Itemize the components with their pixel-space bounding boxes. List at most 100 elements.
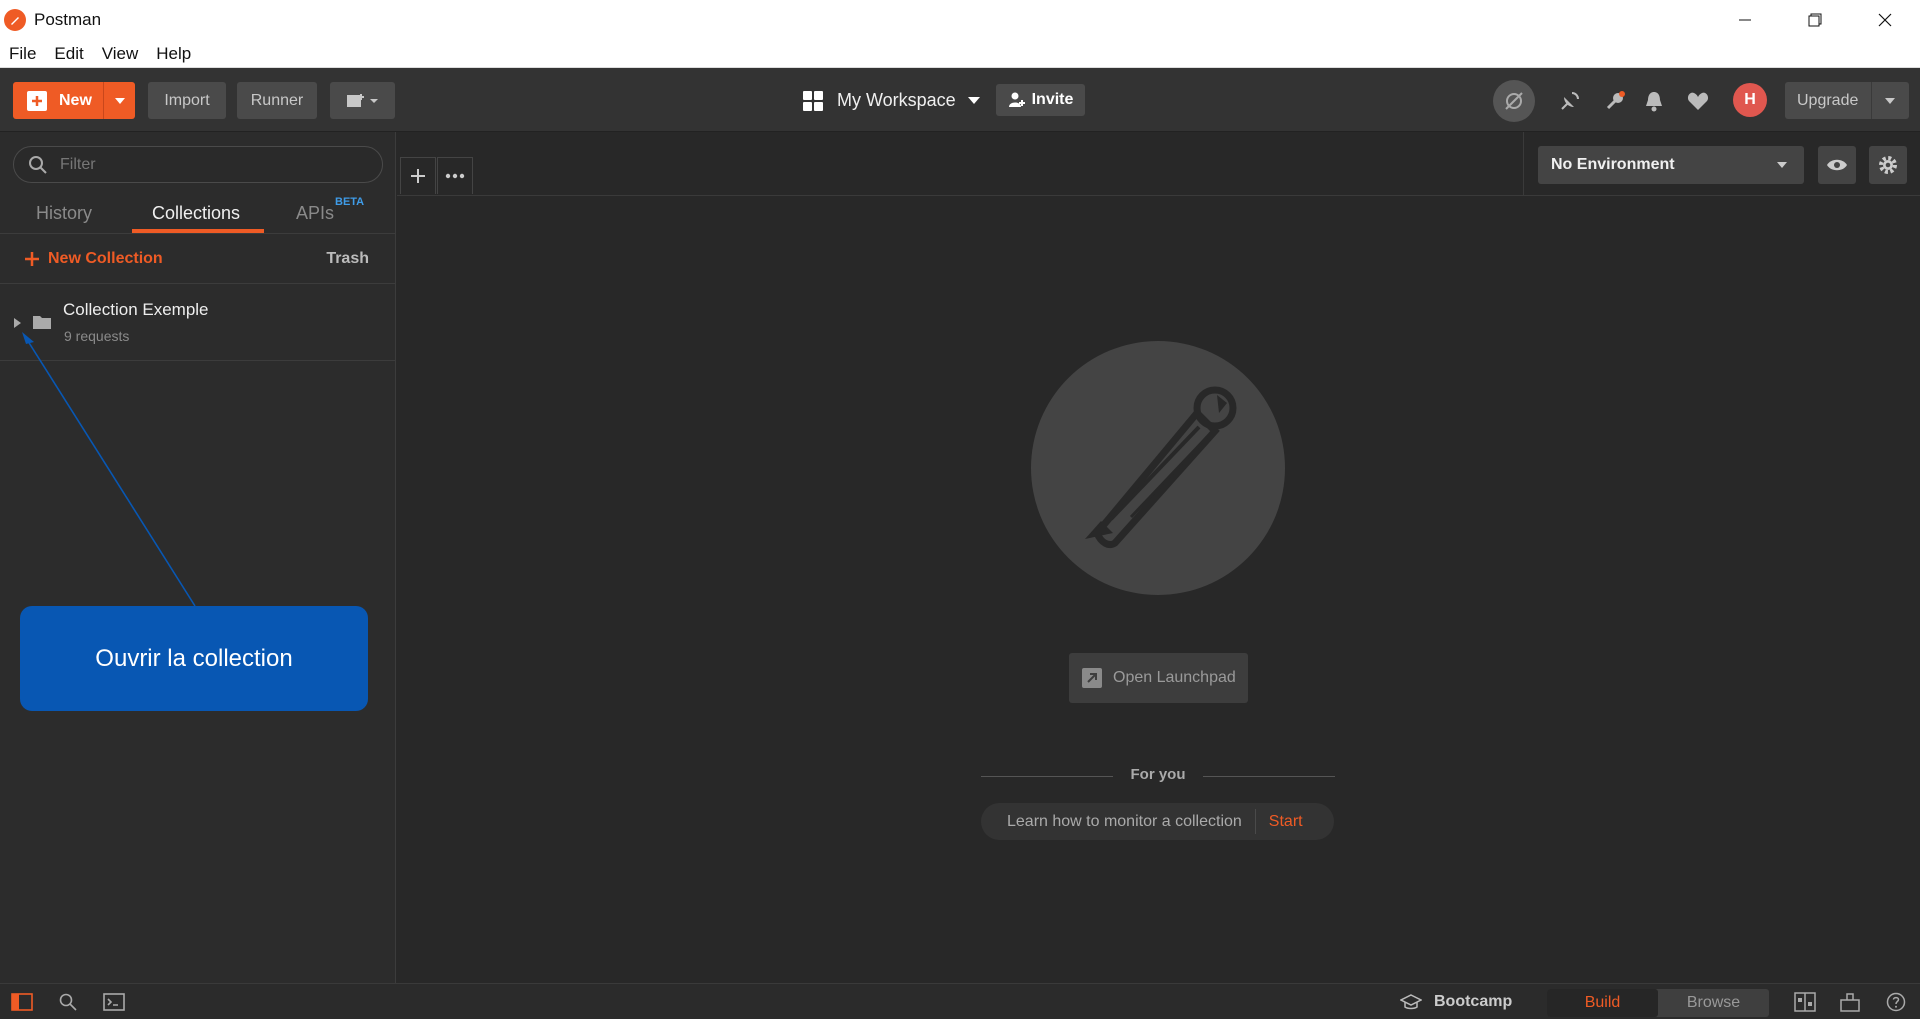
toggle-sidebar-button[interactable] <box>10 990 34 1014</box>
tab-collections[interactable]: Collections <box>152 192 240 234</box>
environment-area: No Environment <box>1523 132 1920 196</box>
minimize-button[interactable] <box>1710 0 1780 40</box>
title-bar: Postman <box>0 0 1920 40</box>
notifications-button[interactable] <box>1637 84 1671 118</box>
new-dropdown-button[interactable] <box>103 82 135 119</box>
launchpad-label: Open Launchpad <box>1113 669 1236 686</box>
active-tab-indicator <box>132 229 264 233</box>
trash-button[interactable]: Trash <box>326 234 369 284</box>
sidebar-icon <box>11 993 33 1011</box>
open-external-icon <box>1082 668 1102 688</box>
tab-history[interactable]: History <box>36 192 92 234</box>
avatar[interactable]: H <box>1733 83 1767 117</box>
console-button[interactable] <box>102 990 126 1014</box>
collection-name: Collection Exemple <box>63 300 209 319</box>
menu-edit[interactable]: Edit <box>45 44 92 64</box>
new-collection-label: New Collection <box>48 250 163 267</box>
new-tab-button[interactable] <box>400 157 436 194</box>
graduation-cap-icon <box>1400 994 1422 1010</box>
console-icon <box>103 993 125 1011</box>
find-replace-button[interactable] <box>56 990 80 1014</box>
capture-button[interactable] <box>1838 990 1862 1014</box>
upgrade-button[interactable]: Upgrade <box>1785 82 1909 119</box>
heart-icon <box>1687 92 1709 110</box>
bootcamp-label: Bootcamp <box>1434 993 1513 1010</box>
two-pane-icon <box>1794 992 1816 1012</box>
tab-apis[interactable]: APIs <box>296 192 334 234</box>
restore-button[interactable] <box>1780 0 1850 40</box>
invite-label: Invite <box>1031 91 1074 108</box>
help-button[interactable] <box>1884 990 1908 1014</box>
sync-off-button[interactable] <box>1493 80 1535 122</box>
caret-down-icon <box>1777 162 1787 168</box>
manage-environments-button[interactable] <box>1869 146 1907 184</box>
settings-wrench-button[interactable] <box>1598 84 1632 118</box>
menu-help[interactable]: Help <box>147 44 200 64</box>
postman-logo-icon <box>4 9 26 31</box>
add-user-icon <box>1008 92 1025 107</box>
browse-mode-button[interactable]: Browse <box>1658 989 1769 1017</box>
filter-input[interactable] <box>60 155 360 174</box>
close-button[interactable] <box>1850 0 1920 40</box>
new-window-button[interactable] <box>330 82 395 119</box>
interceptor-button[interactable] <box>1553 84 1587 118</box>
add-window-icon <box>346 93 378 107</box>
menu-bar: File Edit View Help <box>0 40 1920 68</box>
bell-icon <box>1646 92 1662 112</box>
status-bar: Bootcamp Build Browse <box>0 983 1920 1019</box>
filter-field[interactable] <box>13 146 383 183</box>
close-icon <box>1878 13 1892 27</box>
restore-icon <box>1808 13 1822 27</box>
rocket-icon <box>1085 386 1237 549</box>
new-button-label: New <box>59 91 92 109</box>
request-tab-bar <box>397 132 1523 196</box>
tab-options-button[interactable] <box>437 157 473 194</box>
caret-down-icon <box>114 97 125 104</box>
import-button[interactable]: Import <box>148 82 226 119</box>
menu-view[interactable]: View <box>93 44 148 64</box>
favorites-button[interactable] <box>1681 84 1715 118</box>
workspace-selector[interactable]: My Workspace <box>803 82 980 119</box>
mode-toggle: Build Browse <box>1547 989 1769 1017</box>
collection-request-count: 9 requests <box>64 328 130 344</box>
runner-button[interactable]: Runner <box>237 82 317 119</box>
satellite-icon <box>1561 92 1579 110</box>
workspace-grid-icon <box>803 90 823 111</box>
learn-text: Learn how to monitor a collection <box>1007 812 1242 830</box>
invite-button[interactable]: Invite <box>996 84 1085 116</box>
plus-icon <box>27 90 47 111</box>
annotation-callout: Ouvrir la collection <box>20 606 368 711</box>
search-icon <box>59 993 77 1011</box>
caret-down-icon[interactable] <box>1885 97 1895 104</box>
beta-badge: BETA <box>335 196 365 208</box>
for-you-label: For you <box>1130 766 1186 783</box>
wrench-icon <box>1606 91 1625 110</box>
environment-selector[interactable]: No Environment <box>1538 146 1804 184</box>
environment-quick-look-button[interactable] <box>1818 146 1856 184</box>
more-icon <box>445 173 465 179</box>
start-link[interactable]: Start <box>1269 813 1303 831</box>
sync-off-icon <box>1505 92 1523 110</box>
collection-actions: New Collection Trash <box>0 234 396 284</box>
new-collection-button[interactable]: New Collection <box>24 234 163 284</box>
header-toolbar: New Import Runner My Workspace Invite H … <box>0 68 1920 132</box>
expand-caret-icon[interactable] <box>14 318 22 328</box>
for-you-divider: For you <box>981 766 1335 790</box>
help-icon <box>1886 992 1906 1012</box>
upgrade-label: Upgrade <box>1797 91 1859 109</box>
build-mode-button[interactable]: Build <box>1547 989 1658 1017</box>
open-launchpad-button[interactable]: Open Launchpad <box>1069 653 1248 703</box>
capture-icon <box>1840 993 1860 1012</box>
bootcamp-button[interactable]: Bootcamp <box>1400 984 1512 1019</box>
minimize-icon <box>1739 19 1751 21</box>
menu-file[interactable]: File <box>0 44 45 64</box>
eye-icon <box>1827 159 1847 171</box>
folder-icon <box>33 316 51 329</box>
collection-item[interactable]: Collection Exemple 9 requests <box>0 284 396 361</box>
learn-suggestion: Learn how to monitor a collection Start <box>981 803 1334 840</box>
plus-icon <box>25 252 39 266</box>
sidebar: History Collections APIs BETA New Collec… <box>0 132 396 983</box>
postman-logo <box>1031 341 1285 595</box>
two-pane-view-button[interactable] <box>1793 990 1817 1014</box>
new-button[interactable]: New <box>13 82 135 119</box>
